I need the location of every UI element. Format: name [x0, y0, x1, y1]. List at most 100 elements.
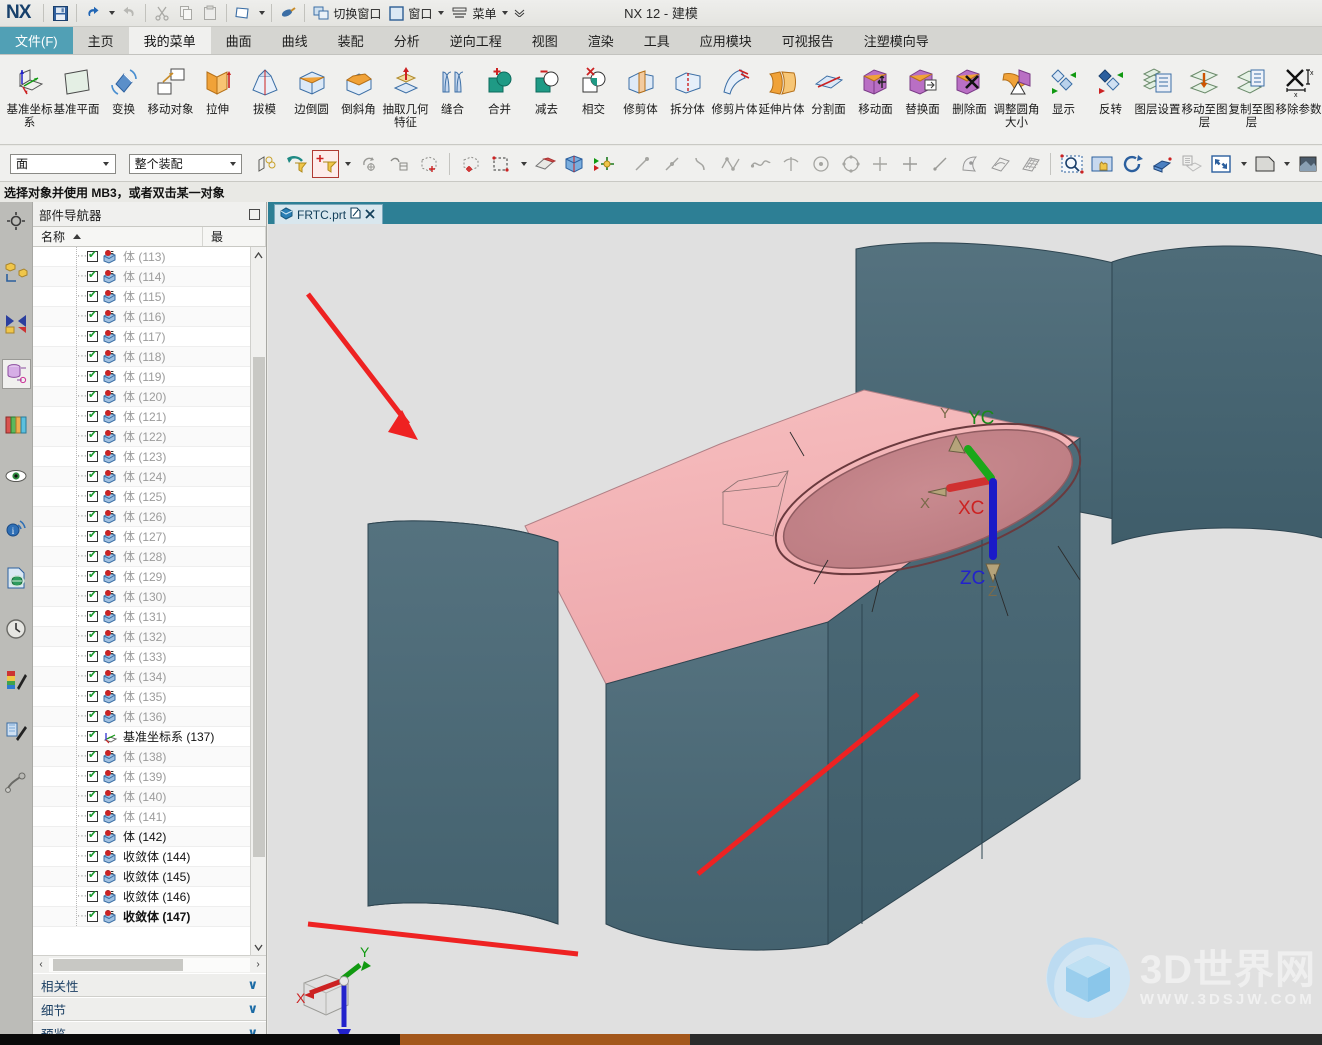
- copy-icon[interactable]: [174, 2, 198, 24]
- quadrant-icon[interactable]: [837, 150, 865, 178]
- tree-item[interactable]: ⋯ 体 (128): [33, 547, 250, 567]
- tree-item-checkbox[interactable]: [87, 729, 98, 742]
- rotate-icon[interactable]: [1118, 150, 1146, 178]
- ribbon-subtract[interactable]: 减去: [523, 59, 570, 117]
- point-on-curve-icon[interactable]: [896, 150, 924, 178]
- cross-point-icon[interactable]: [866, 150, 894, 178]
- ribbon-resize-blend[interactable]: 调整圆角大小: [993, 59, 1040, 130]
- tree-item-checkbox[interactable]: [87, 429, 98, 442]
- fit-view-icon[interactable]: [1208, 150, 1236, 178]
- tree-item[interactable]: ⋯ 基准坐标系 (137): [33, 727, 250, 747]
- ribbon-draft[interactable]: 拔模: [241, 59, 288, 117]
- render-style-icon[interactable]: [1294, 150, 1322, 178]
- snap-filter-dropdown-icon[interactable]: [341, 150, 353, 178]
- tab-reverse-engineering[interactable]: 逆向工程: [435, 27, 517, 54]
- snap-filter-icon[interactable]: [311, 149, 340, 178]
- tree-item[interactable]: ⋯ 收敛体 (145): [33, 867, 250, 887]
- tangent-point-icon[interactable]: [687, 150, 715, 178]
- column-header-number[interactable]: 最: [203, 227, 266, 246]
- tree-item-checkbox[interactable]: [87, 889, 98, 902]
- tree-item-checkbox[interactable]: [87, 449, 98, 462]
- fit-view-dropdown-icon[interactable]: [1237, 150, 1249, 178]
- tree-item-checkbox[interactable]: [87, 769, 98, 782]
- web-browser-icon[interactable]: [2, 563, 31, 593]
- grid-icon[interactable]: [1016, 150, 1044, 178]
- tree-item-checkbox[interactable]: [87, 329, 98, 342]
- tree-item-checkbox[interactable]: [87, 289, 98, 302]
- tree-item[interactable]: ⋯ 体 (116): [33, 307, 250, 327]
- paste-icon[interactable]: [198, 2, 222, 24]
- tree-item[interactable]: ⋯ 体 (122): [33, 427, 250, 447]
- tab-curve[interactable]: 曲线: [267, 27, 323, 54]
- tree-item[interactable]: ⋯ 体 (132): [33, 627, 250, 647]
- part-navigator-alt-icon[interactable]: [2, 308, 31, 338]
- scroll-right-icon[interactable]: ›: [250, 957, 266, 973]
- tree-item[interactable]: ⋯ 体 (130): [33, 587, 250, 607]
- tree-item-checkbox[interactable]: [87, 869, 98, 882]
- tab-application[interactable]: 应用模块: [685, 27, 767, 54]
- ribbon-datum-csys[interactable]: 基准坐标系: [6, 59, 53, 130]
- tree-item-checkbox[interactable]: [87, 509, 98, 522]
- tree-item-checkbox[interactable]: [87, 849, 98, 862]
- ribbon-remove-parameters[interactable]: xx 移除参数: [1275, 59, 1322, 117]
- tree-item[interactable]: ⋯ 收敛体 (144): [33, 847, 250, 867]
- tree-item-checkbox[interactable]: [87, 629, 98, 642]
- sketch-dropdown-icon[interactable]: [255, 2, 267, 24]
- part-navigator-tree[interactable]: ⋯ 体 (113) ⋯ 体 (114) ⋯ 体 (115) ⋯ 体 (116) ⋯ 体 (117)…: [33, 247, 250, 955]
- end-point-icon[interactable]: [628, 150, 656, 178]
- intersection-icon[interactable]: [777, 150, 805, 178]
- system-scenes-icon[interactable]: [2, 716, 31, 746]
- ribbon-extend-sheet[interactable]: 延伸片体: [758, 59, 805, 117]
- box-icon[interactable]: [560, 150, 588, 178]
- selection-type-filter[interactable]: 面: [10, 153, 116, 174]
- pan-icon[interactable]: [1088, 150, 1116, 178]
- hscroll-track[interactable]: [49, 957, 250, 972]
- tab-home[interactable]: 主页: [73, 27, 129, 54]
- ribbon-split-body[interactable]: 拆分体: [664, 59, 711, 117]
- sketch-icon[interactable]: [231, 2, 255, 24]
- eraser-icon[interactable]: [531, 150, 559, 178]
- ribbon-datum-plane[interactable]: 基准平面: [53, 59, 100, 117]
- tree-item-checkbox[interactable]: [87, 349, 98, 362]
- reuse-library-icon[interactable]: [2, 410, 31, 440]
- tree-item-checkbox[interactable]: [87, 269, 98, 282]
- tree-item[interactable]: ⋯ 体 (138): [33, 747, 250, 767]
- ribbon-trim-sheet[interactable]: 修剪片体: [711, 59, 758, 117]
- tree-item-checkbox[interactable]: [87, 529, 98, 542]
- modified-icon[interactable]: [350, 207, 361, 222]
- window-button[interactable]: 窗口: [385, 2, 448, 24]
- save-icon[interactable]: [48, 2, 72, 24]
- midpoint-icon[interactable]: [658, 150, 686, 178]
- move-handle-icon[interactable]: [590, 150, 618, 178]
- tree-item[interactable]: ⋯ 体 (119): [33, 367, 250, 387]
- ribbon-show[interactable]: 显示: [1040, 59, 1087, 117]
- tree-item[interactable]: ⋯ 体 (120): [33, 387, 250, 407]
- cut-icon[interactable]: [150, 2, 174, 24]
- tree-item-checkbox[interactable]: [87, 649, 98, 662]
- ribbon-copy-to-layer[interactable]: 复制至图层: [1228, 59, 1275, 130]
- tab-render[interactable]: 渲染: [573, 27, 629, 54]
- tab-visual-report[interactable]: 可视报告: [767, 27, 849, 54]
- tree-item[interactable]: ⋯ 体 (123): [33, 447, 250, 467]
- ribbon-delete-face[interactable]: 删除面: [946, 59, 993, 117]
- tree-item[interactable]: ⋯ 收敛体 (146): [33, 887, 250, 907]
- tree-item[interactable]: ⋯ 体 (125): [33, 487, 250, 507]
- switch-window-button[interactable]: 切换窗口: [309, 2, 385, 24]
- tree-item[interactable]: ⋯ 体 (121): [33, 407, 250, 427]
- tree-item[interactable]: ⋯ 体 (114): [33, 267, 250, 287]
- scroll-down-icon[interactable]: [250, 939, 266, 955]
- ribbon-trim-body[interactable]: 修剪体: [617, 59, 664, 117]
- tree-item-checkbox[interactable]: [87, 589, 98, 602]
- tab-file[interactable]: 文件(F): [0, 27, 73, 54]
- graphics-window[interactable]: XC X YC Y ZC Z X Y 3D世界网 WWW.3DSJW.COM: [268, 224, 1322, 1034]
- tree-item-checkbox[interactable]: [87, 489, 98, 502]
- scroll-thumb[interactable]: [253, 357, 265, 857]
- undo-dropdown-icon[interactable]: [105, 2, 117, 24]
- tree-item[interactable]: ⋯ 体 (133): [33, 647, 250, 667]
- tree-item-checkbox[interactable]: [87, 549, 98, 562]
- zoom-window-icon[interactable]: [1058, 150, 1086, 178]
- ribbon-reverse[interactable]: 反转: [1087, 59, 1134, 117]
- ribbon-move-object[interactable]: 移动对象: [147, 59, 194, 117]
- tree-item-checkbox[interactable]: [87, 749, 98, 762]
- ribbon-extract-geometry[interactable]: 抽取几何特征: [382, 59, 429, 130]
